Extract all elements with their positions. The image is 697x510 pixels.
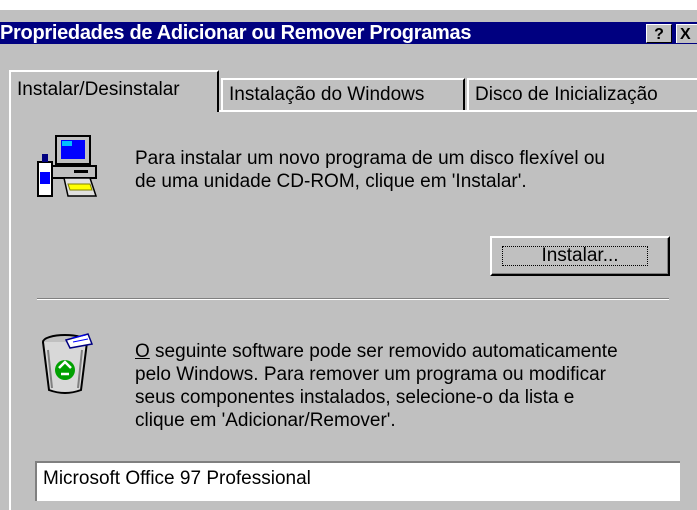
window-top-edge — [0, 0, 697, 10]
remove-description-line-3: seus componentes instalados, selecione-o… — [135, 387, 575, 408]
install-description: Para instalar um novo programa de um dis… — [135, 147, 605, 193]
computer-install-icon — [37, 135, 98, 197]
remove-description-line-2: pelo Windows. Para remover um programa o… — [135, 364, 606, 385]
help-button[interactable]: ? — [646, 24, 672, 43]
install-description-line-1: Para instalar um novo programa de um dis… — [135, 148, 605, 169]
list-item[interactable]: Microsoft Office 97 Professional — [43, 467, 311, 491]
instalar-button-label: Instalar... — [541, 245, 619, 266]
remove-description-line-1-rest: seguinte software pode ser removido auto… — [149, 341, 618, 362]
tab-instalacao-windows[interactable]: Instalação do Windows — [221, 78, 465, 110]
close-button[interactable]: X — [676, 24, 697, 43]
tab-strip: Instalar/Desinstalar Instalação do Windo… — [9, 70, 697, 112]
section-divider-highlight — [37, 299, 669, 300]
remove-description: O seguinte software pode ser removido au… — [135, 340, 618, 432]
remove-description-line-4: clique em 'Adicionar/Remover'. — [135, 410, 396, 431]
recycle-bin-icon — [42, 333, 94, 394]
accelerator-o: O — [135, 341, 150, 362]
title-bar[interactable]: Propriedades de Adicionar ou Remover Pro… — [0, 22, 697, 44]
remove-description-line-1: O seguinte software pode ser removido au… — [135, 340, 618, 363]
instalar-button[interactable]: Instalar... — [490, 236, 670, 276]
tab-instalar-desinstalar[interactable]: Instalar/Desinstalar — [9, 70, 219, 112]
tab-disco-inicializacao[interactable]: Disco de Inicialização — [467, 78, 697, 110]
window-title: Propriedades de Adicionar ou Remover Pro… — [0, 22, 472, 44]
software-list[interactable]: Microsoft Office 97 Professional — [35, 461, 680, 501]
install-description-line-2: de uma unidade CD-ROM, clique em 'Instal… — [135, 171, 527, 192]
